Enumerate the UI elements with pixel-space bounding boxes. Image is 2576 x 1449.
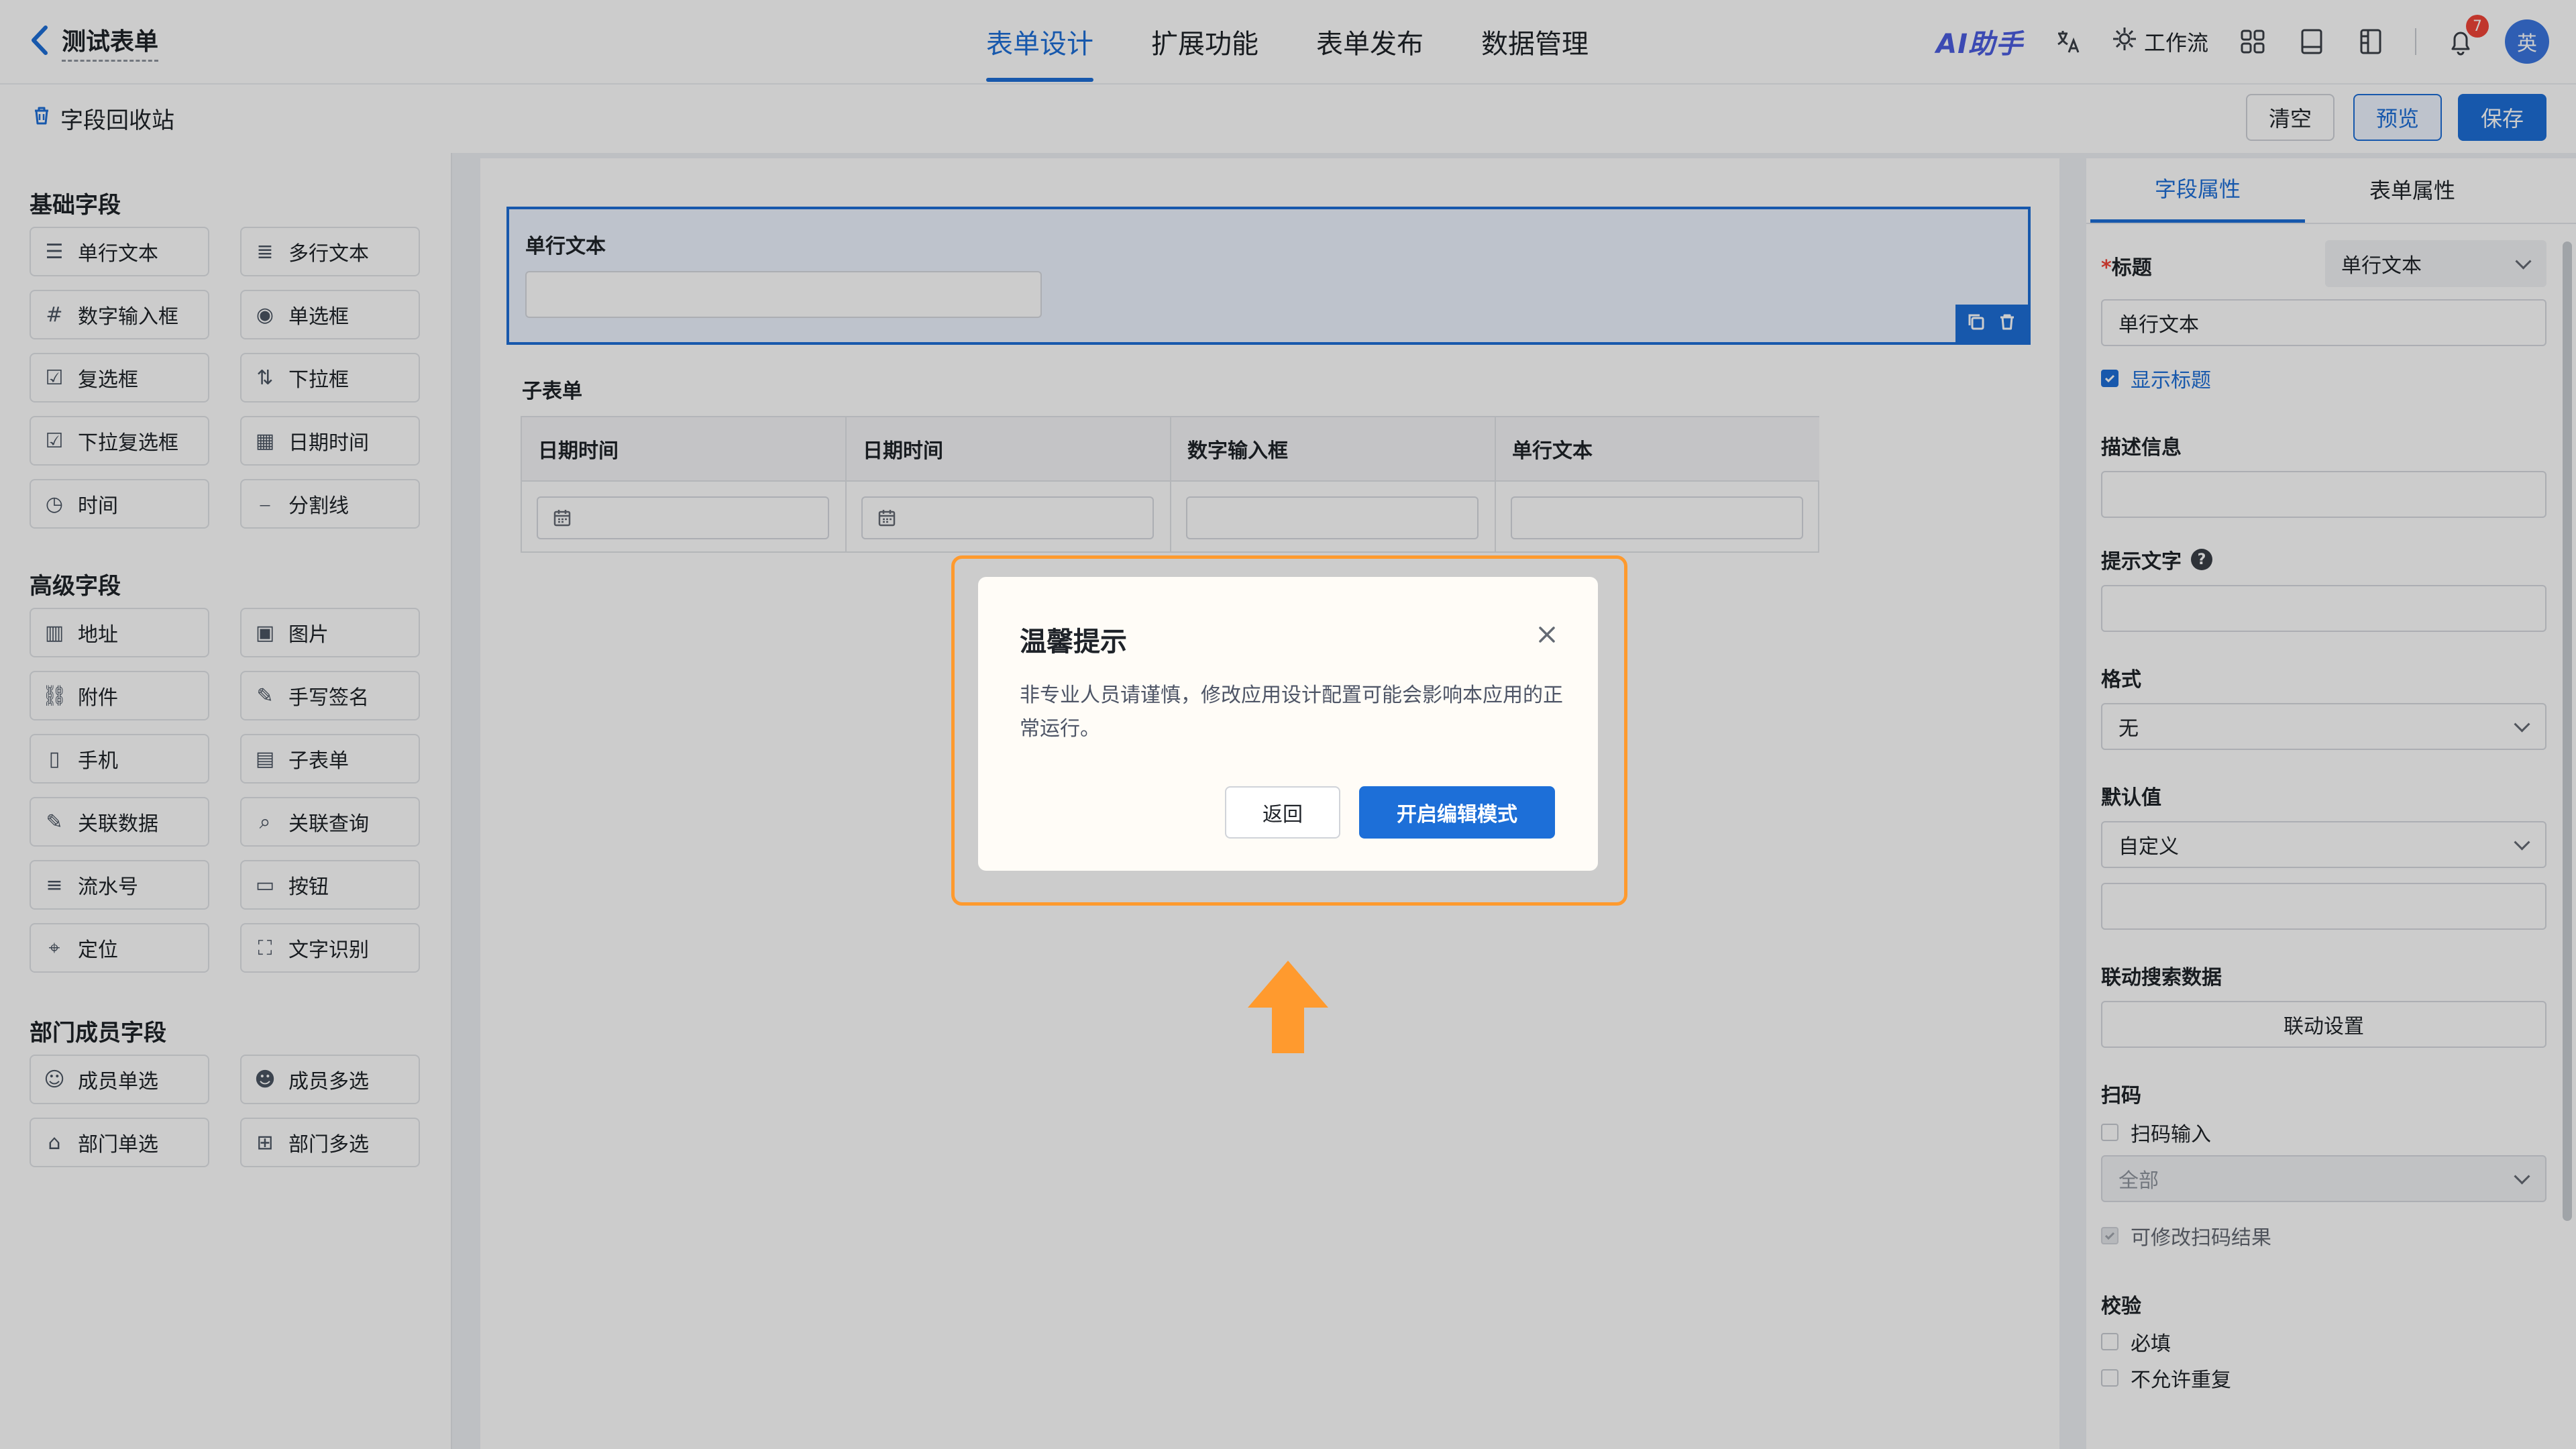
dialog-message: 非专业人员请谨慎，修改应用设计配置可能会影响本应用的正常运行。 — [1020, 684, 1563, 741]
arrow-up-icon — [1246, 959, 1330, 1055]
warning-dialog: 温馨提示 非专业人员请谨慎，修改应用设计配置可能会影响本应用的正常运行。 返回 … — [978, 577, 1598, 871]
enable-edit-mode-button[interactable]: 开启编辑模式 — [1359, 786, 1555, 839]
close-icon[interactable] — [1535, 623, 1559, 647]
back-button[interactable]: 返回 — [1225, 786, 1340, 839]
dialog-title: 温馨提示 — [1020, 627, 1127, 657]
